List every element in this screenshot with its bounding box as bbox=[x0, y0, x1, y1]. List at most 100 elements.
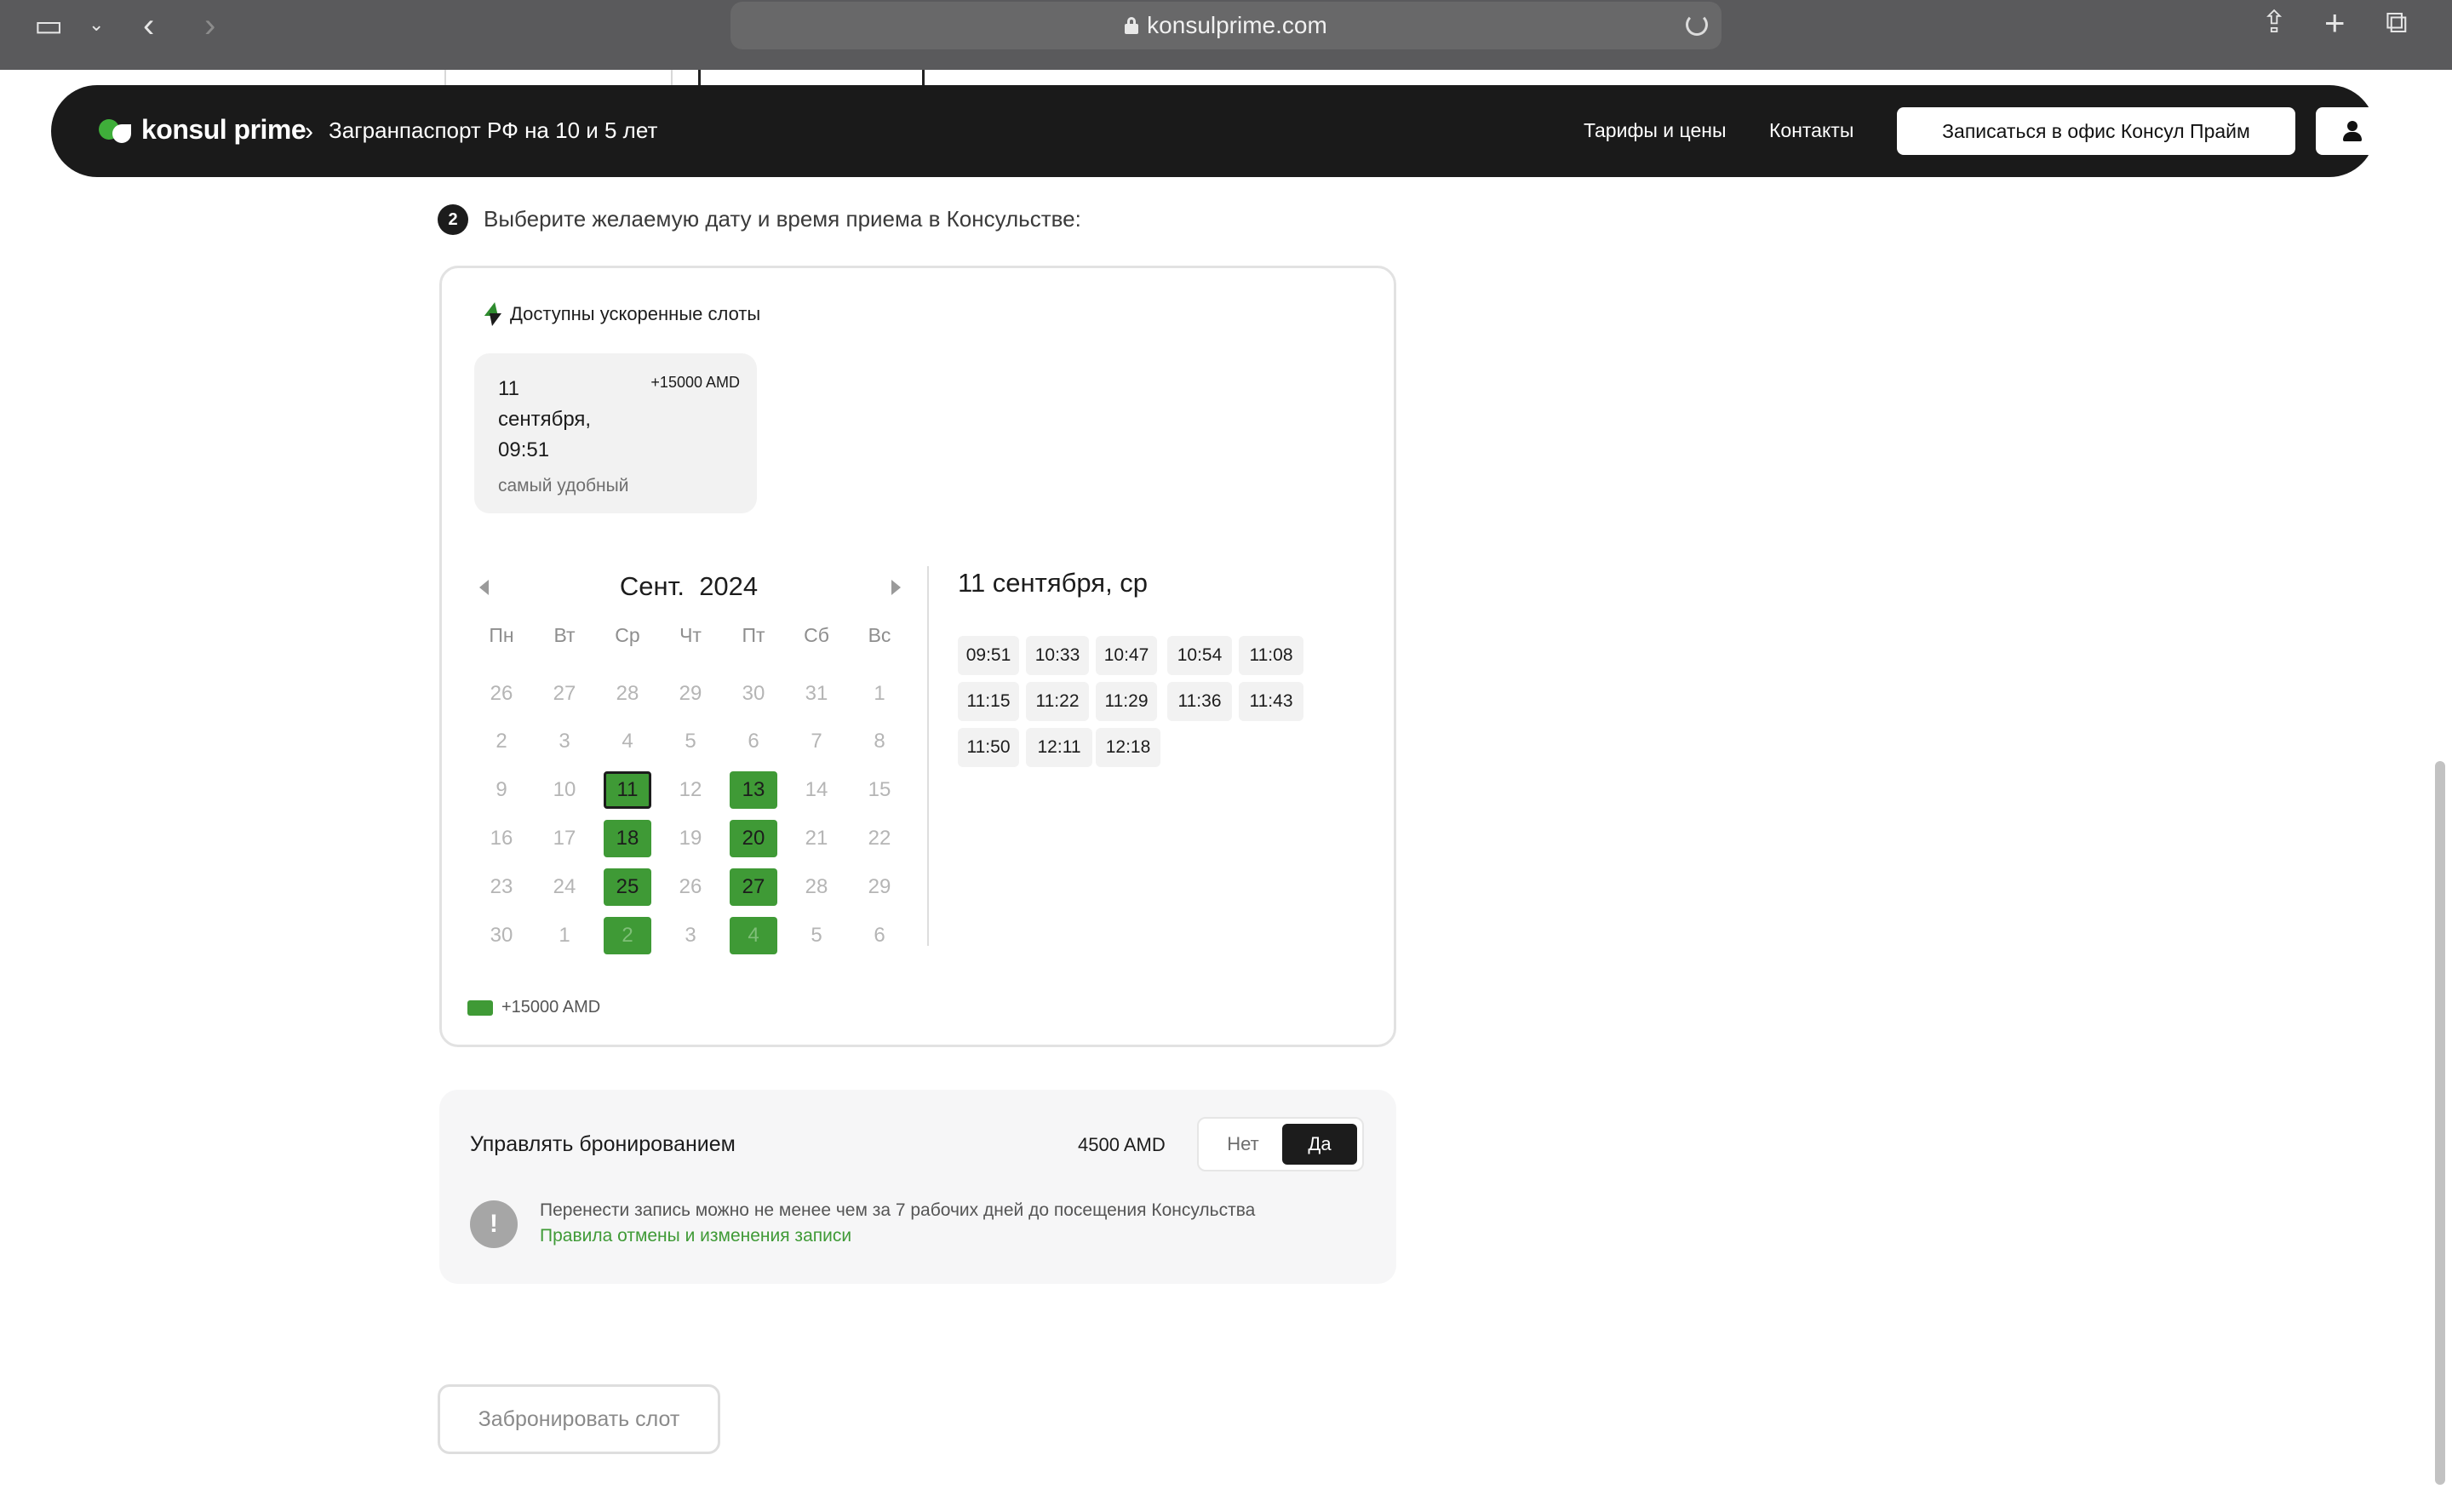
time-slot-button[interactable]: 10:33 bbox=[1026, 636, 1089, 675]
time-slot-button[interactable]: 11:08 bbox=[1239, 636, 1303, 675]
time-slot-button[interactable]: 11:50 bbox=[958, 728, 1019, 767]
calendar-day[interactable]: 27 bbox=[730, 868, 777, 906]
url-text: konsulprime.com bbox=[1147, 12, 1327, 38]
calendar-day: 26 bbox=[490, 682, 513, 705]
fast-slot-time: 09:51 bbox=[498, 438, 550, 461]
calendar-day: 29 bbox=[868, 875, 891, 898]
time-slot-button[interactable]: 11:15 bbox=[958, 682, 1019, 721]
calendar-day: 28 bbox=[805, 875, 828, 898]
calendar-day[interactable]: 20 bbox=[730, 820, 777, 857]
calendar-day: 19 bbox=[679, 827, 702, 850]
time-slot-button[interactable]: 11:29 bbox=[1096, 682, 1157, 721]
time-slot-button[interactable]: 11:36 bbox=[1167, 682, 1232, 721]
calendar-month: Сент. bbox=[619, 571, 685, 601]
prev-month-icon[interactable] bbox=[479, 580, 489, 595]
info-exclamation-icon: ! bbox=[470, 1200, 518, 1248]
calendar-divider bbox=[927, 566, 929, 946]
forward-arrow-icon[interactable]: › bbox=[204, 9, 215, 43]
share-icon[interactable]: ⇪ bbox=[2261, 7, 2287, 37]
lightning-icon bbox=[484, 302, 500, 326]
calendar-day: 3 bbox=[685, 924, 696, 947]
fast-slot-date: 11 сентября, 09:51 bbox=[498, 374, 634, 466]
logo[interactable]: konsul prime bbox=[99, 114, 306, 146]
fast-slot-note: самый удобный bbox=[498, 476, 629, 495]
user-icon bbox=[2343, 121, 2362, 141]
logo-mark-icon bbox=[99, 116, 133, 145]
manage-booking-panel: Управлять бронированием 4500 AMD Нет Да … bbox=[439, 1090, 1396, 1284]
calendar-day: 5 bbox=[811, 924, 822, 947]
calendar-year: 2024 bbox=[699, 571, 759, 601]
next-month-icon[interactable] bbox=[891, 580, 901, 595]
tabs-overview-icon[interactable]: ⧉ bbox=[2386, 7, 2408, 37]
chevron-down-icon[interactable]: ⌄ bbox=[89, 15, 104, 34]
new-tab-icon[interactable]: + bbox=[2324, 5, 2346, 41]
time-slot-button[interactable]: 10:47 bbox=[1096, 636, 1157, 675]
fast-slot-price: +15000 AMD bbox=[650, 374, 740, 391]
toggle-yes-option[interactable]: Да bbox=[1282, 1124, 1357, 1165]
calendar-day: 21 bbox=[805, 827, 828, 850]
manage-booking-title: Управлять бронированием bbox=[470, 1132, 736, 1156]
breadcrumb[interactable]: Загранпаспорт РФ на 10 и 5 лет bbox=[329, 117, 657, 144]
sidebar-toggle-icon[interactable]: ▭ bbox=[34, 10, 63, 41]
calendar-day: 23 bbox=[490, 875, 513, 898]
fast-slot-day: 11 bbox=[498, 377, 519, 400]
logo-text: konsul prime bbox=[141, 114, 306, 145]
calendar-day: 6 bbox=[874, 924, 885, 947]
selected-date-title: 11 сентября, ср bbox=[958, 568, 1149, 598]
calendar-day: 31 bbox=[805, 682, 828, 705]
calendar-day: 8 bbox=[874, 730, 885, 753]
step-title: Выберите желаемую дату и время приема в … bbox=[484, 206, 1081, 232]
calendar-day: 12 bbox=[679, 778, 702, 801]
time-slot-button[interactable]: 12:11 bbox=[1026, 728, 1092, 767]
site-header: konsul prime › Загранпаспорт РФ на 10 и … bbox=[51, 85, 2389, 177]
weekday-label: Чт bbox=[679, 624, 702, 646]
time-slot-button[interactable]: 11:43 bbox=[1239, 682, 1303, 721]
book-slot-button[interactable]: Забронировать слот bbox=[438, 1384, 720, 1454]
weekday-label: Вс bbox=[868, 624, 891, 646]
calendar-day: 30 bbox=[742, 682, 765, 705]
calendar-month-title: Сент. 2024 bbox=[570, 571, 808, 602]
book-office-button[interactable]: Записаться в офис Консул Прайм bbox=[1897, 107, 2295, 155]
calendar-day: 29 bbox=[679, 682, 702, 705]
reload-icon[interactable] bbox=[1686, 14, 1708, 36]
time-slot-button[interactable]: 11:22 bbox=[1026, 682, 1089, 721]
cancellation-rules-link[interactable]: Правила отмены и изменения записи bbox=[540, 1226, 851, 1246]
calendar-day: 3 bbox=[559, 730, 570, 753]
calendar-day: 9 bbox=[496, 778, 507, 801]
calendar-day[interactable]: 2 bbox=[604, 917, 651, 954]
calendar-day[interactable]: 13 bbox=[730, 771, 777, 809]
nav-link-tariffs[interactable]: Тарифы и цены bbox=[1584, 119, 1726, 142]
weekday-label: Ср bbox=[615, 624, 640, 646]
calendar-day: 28 bbox=[616, 682, 639, 705]
date-time-card: Доступны ускоренные слоты 11 сентября, 0… bbox=[439, 266, 1396, 1047]
page-scrollbar[interactable] bbox=[2435, 761, 2445, 1485]
calendar-day: 17 bbox=[553, 827, 576, 850]
back-arrow-icon[interactable]: ‹ bbox=[143, 9, 154, 43]
manage-booking-price: 4500 AMD bbox=[1078, 1134, 1166, 1155]
nav-link-contacts[interactable]: Контакты bbox=[1769, 119, 1853, 142]
time-slot-button[interactable]: 12:18 bbox=[1096, 728, 1160, 767]
time-slot-button[interactable]: 10:54 bbox=[1167, 636, 1232, 675]
calendar-day: 26 bbox=[679, 875, 702, 898]
calendar-day[interactable]: 11 bbox=[604, 771, 651, 809]
time-slot-button[interactable]: 09:51 bbox=[958, 636, 1019, 675]
calendar-day: 14 bbox=[805, 778, 828, 801]
lock-icon bbox=[1125, 17, 1139, 34]
weekday-label: Пт bbox=[742, 624, 765, 646]
calendar-day[interactable]: 25 bbox=[604, 868, 651, 906]
user-account-button[interactable] bbox=[2316, 107, 2389, 155]
calendar-day: 30 bbox=[490, 924, 513, 947]
calendar-day: 16 bbox=[490, 827, 513, 850]
fast-slots-title: Доступны ускоренные слоты bbox=[510, 303, 761, 324]
browser-toolbar: ▭ ⌄ ‹ › konsulprime.com ⇪ + ⧉ bbox=[0, 0, 2452, 70]
calendar-day: 24 bbox=[553, 875, 576, 898]
peek-field-left bbox=[444, 70, 673, 85]
address-bar[interactable]: konsulprime.com bbox=[730, 2, 1722, 49]
calendar-day: 15 bbox=[868, 778, 891, 801]
calendar-day[interactable]: 18 bbox=[604, 820, 651, 857]
fast-slot-card[interactable]: 11 сентября, 09:51 +15000 AMD самый удоб… bbox=[474, 353, 757, 513]
legend-label: +15000 AMD bbox=[501, 998, 601, 1017]
calendar-day: 5 bbox=[685, 730, 696, 753]
calendar-day[interactable]: 4 bbox=[730, 917, 777, 954]
toggle-no-option[interactable]: Нет bbox=[1200, 1120, 1286, 1168]
